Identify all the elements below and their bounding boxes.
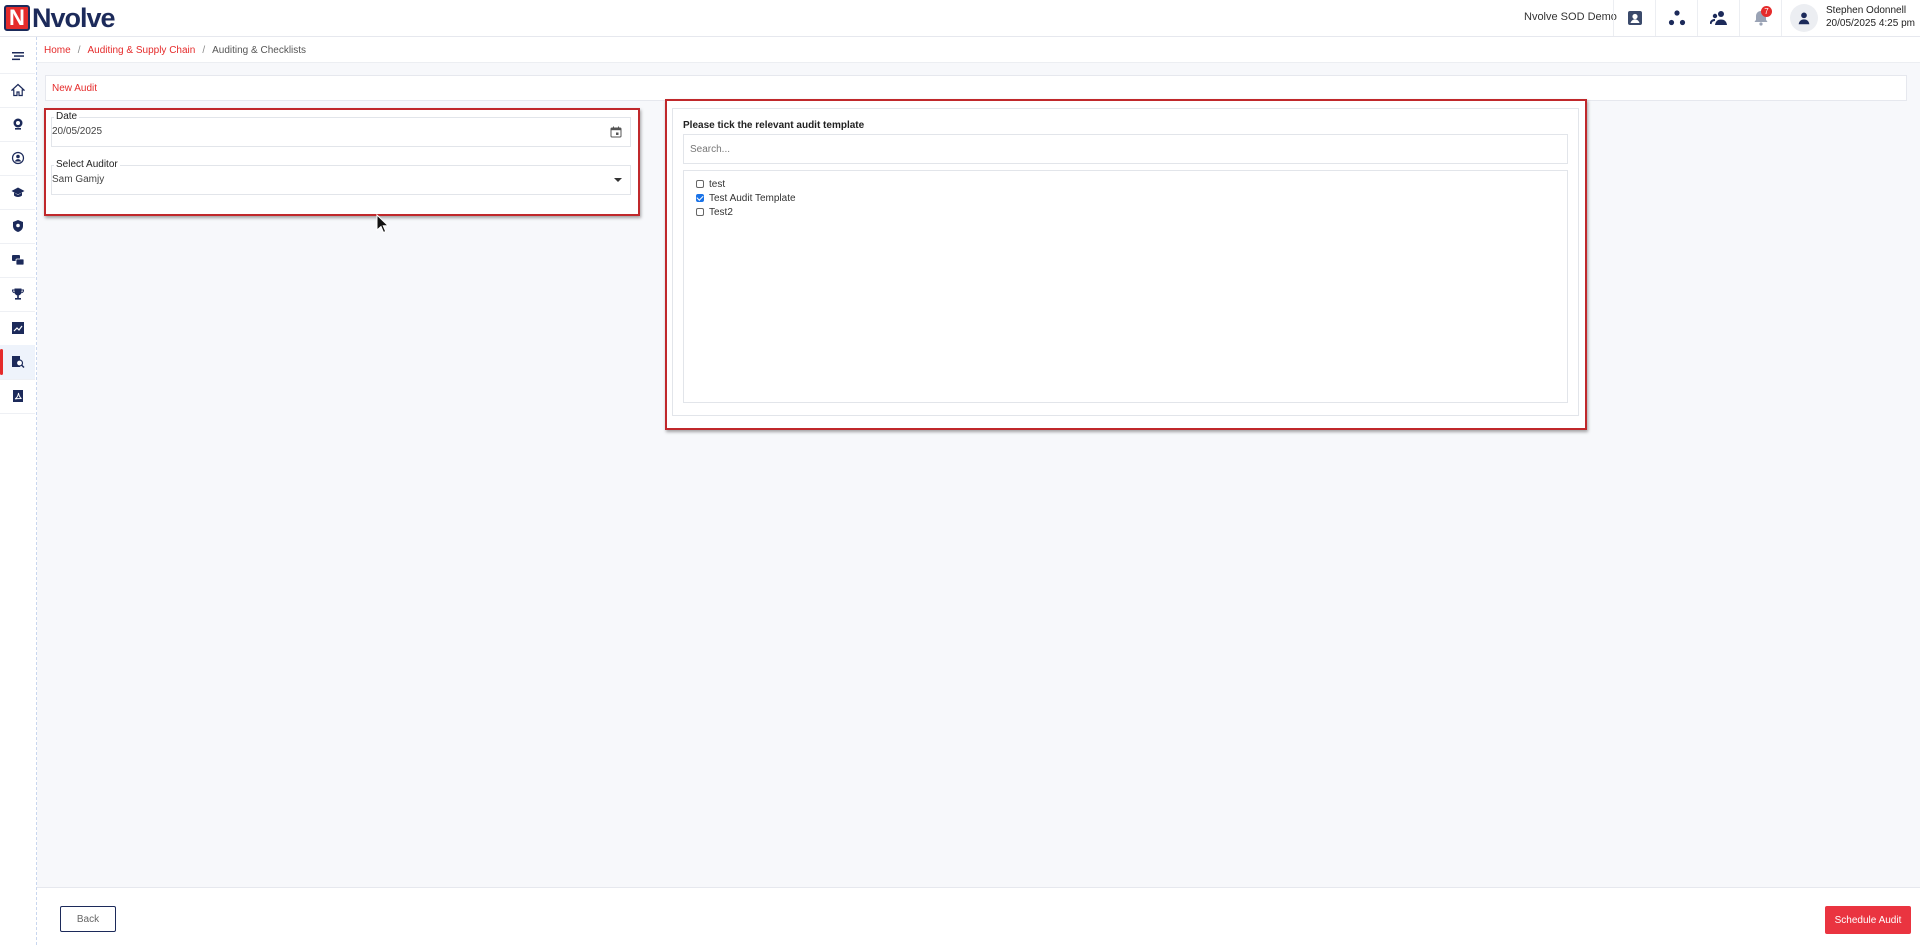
top-header: N Nvolve Nvolve SOD Demo 7 Stephen Odonn…	[0, 0, 1920, 37]
app-logo[interactable]: N Nvolve	[4, 2, 116, 33]
template-label: test	[709, 178, 726, 190]
auditor-label: Select Auditor	[54, 159, 120, 170]
date-label: Date	[54, 111, 80, 122]
breadcrumb-separator: /	[77, 45, 81, 56]
sidebar-toggle[interactable]	[0, 39, 35, 74]
sidebar-item-profile[interactable]	[0, 141, 35, 176]
audit-template-panel: Please tick the relevant audit template …	[665, 99, 1587, 430]
sidebar	[0, 37, 37, 945]
auditor-select[interactable]: Select Auditor Sam Gamjy	[51, 159, 631, 195]
template-label: Test2	[709, 206, 733, 218]
breadcrumb-current: Auditing & Checklists	[212, 45, 307, 56]
chart-icon	[11, 322, 24, 334]
menu-toggle-icon	[11, 52, 24, 61]
chevron-down-icon[interactable]	[614, 178, 622, 182]
user-name: Stephen Odonnell	[1826, 5, 1907, 16]
trophy-icon	[11, 288, 24, 300]
sidebar-item-home[interactable]	[0, 73, 35, 108]
user-datetime: 20/05/2025 4:25 pm	[1826, 18, 1915, 29]
users-icon	[1710, 11, 1727, 25]
chat-icon	[11, 255, 24, 266]
logo-mark: N	[4, 5, 30, 31]
sidebar-item-documents[interactable]	[0, 379, 35, 414]
notifications-button[interactable]: 7	[1739, 0, 1782, 36]
logo-wordmark: Nvolve	[32, 2, 116, 33]
page-title-bar: New Audit	[45, 75, 1907, 101]
camera-icon	[13, 118, 22, 130]
user-avatar[interactable]	[1790, 4, 1818, 32]
calendar-icon[interactable]	[610, 126, 622, 138]
template-item-test-audit-template[interactable]: Test Audit Template	[696, 191, 796, 205]
network-icon	[1668, 10, 1686, 26]
template-label: Test Audit Template	[709, 192, 796, 204]
pdf-icon	[12, 390, 23, 402]
date-value: 20/05/2025	[52, 126, 103, 137]
users-button[interactable]	[1697, 0, 1740, 36]
checkbox[interactable]	[696, 208, 704, 216]
page-title: New Audit	[52, 83, 98, 94]
template-search-input[interactable]	[683, 134, 1568, 164]
sidebar-item-auditing[interactable]	[0, 345, 35, 380]
user-circle-icon	[11, 151, 24, 165]
checkbox[interactable]	[696, 180, 704, 188]
sidebar-item-camera[interactable]	[0, 107, 35, 142]
schedule-audit-button[interactable]: Schedule Audit	[1825, 906, 1911, 934]
checkbox-checked[interactable]	[696, 194, 704, 202]
network-button[interactable]	[1655, 0, 1698, 36]
search-document-icon	[11, 356, 25, 369]
contact-card-button[interactable]	[1613, 0, 1656, 36]
shield-icon	[12, 220, 23, 232]
mouse-cursor-icon	[376, 214, 390, 234]
date-field[interactable]: Date 20/05/2025	[51, 111, 631, 147]
back-button[interactable]: Back	[60, 906, 116, 932]
breadcrumb-section[interactable]: Auditing & Supply Chain	[87, 45, 195, 56]
template-section-title: Please tick the relevant audit template	[683, 120, 865, 131]
main-content: New Audit Date 20/05/2025 Select Auditor…	[37, 63, 1920, 887]
breadcrumb-home[interactable]: Home	[44, 45, 71, 56]
sidebar-item-security[interactable]	[0, 209, 35, 244]
template-item-test2[interactable]: Test2	[696, 205, 733, 219]
template-card: Please tick the relevant audit template …	[672, 108, 1579, 416]
template-item-test[interactable]: test	[696, 177, 725, 191]
breadcrumb: Home / Auditing & Supply Chain / Auditing & …	[44, 45, 306, 56]
user-avatar-icon	[1798, 12, 1810, 25]
footer-actions: Back Schedule Audit	[37, 887, 1920, 946]
notification-badge: 7	[1761, 6, 1772, 17]
sidebar-item-awards[interactable]	[0, 277, 35, 312]
template-list: test Test Audit Template Test2	[683, 170, 1568, 403]
contact-card-icon	[1628, 11, 1642, 25]
sidebar-item-messages[interactable]	[0, 243, 35, 278]
breadcrumb-separator: /	[202, 45, 206, 56]
audit-details-panel: Date 20/05/2025 Select Auditor Sam Gamjy	[44, 108, 640, 216]
auditor-value: Sam Gamjy	[52, 174, 105, 185]
home-icon	[10, 83, 25, 97]
sidebar-item-training[interactable]	[0, 175, 35, 210]
organization-name: Nvolve SOD Demo	[1524, 11, 1617, 23]
graduation-cap-icon	[11, 187, 24, 197]
sidebar-item-reports[interactable]	[0, 311, 35, 346]
